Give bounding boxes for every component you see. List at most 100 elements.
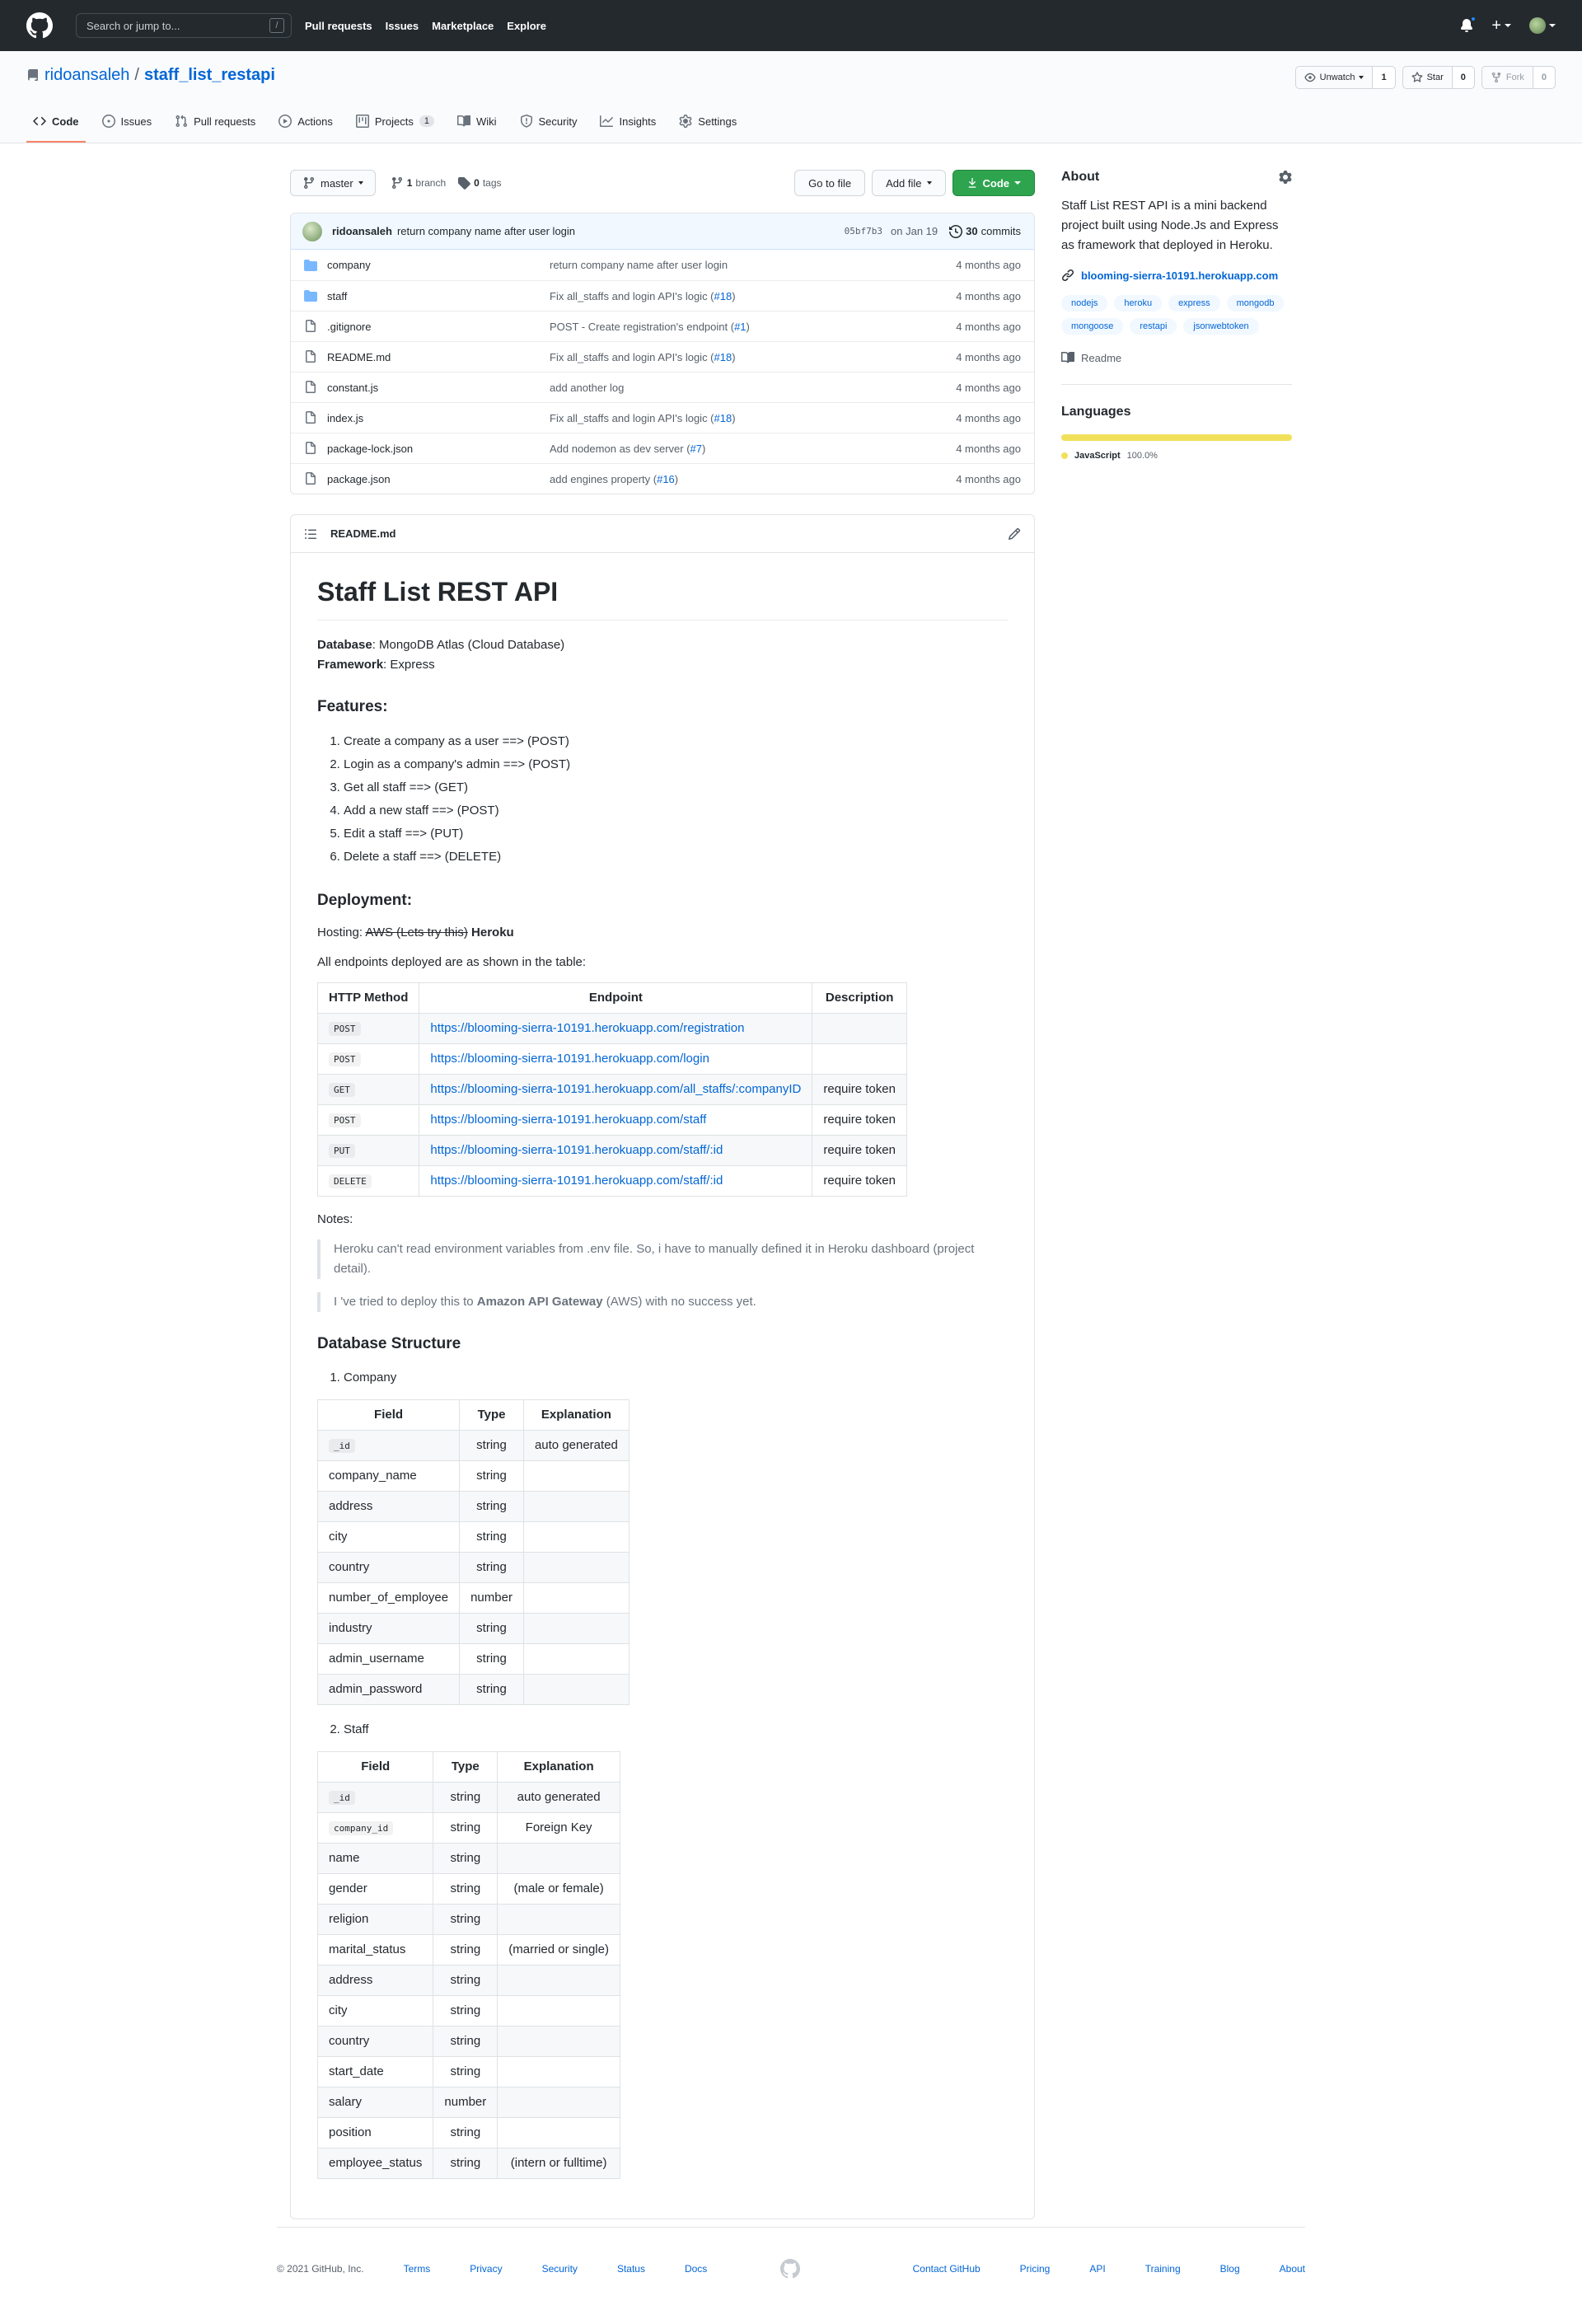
notifications-button[interactable] <box>1460 16 1477 32</box>
github-logo-icon[interactable] <box>26 12 53 39</box>
tab-actions[interactable]: Actions <box>272 115 339 143</box>
commit-message[interactable]: return company name after user login <box>397 225 575 237</box>
file-row[interactable]: index.js Fix all_staffs and login API's l… <box>291 402 1034 433</box>
branch-select[interactable]: master <box>290 170 376 196</box>
watch-button[interactable]: Unwatch 1 <box>1294 66 1396 89</box>
file-commit-message[interactable]: return company name after user login <box>550 259 956 271</box>
footer-link[interactable]: Terms <box>404 2263 431 2275</box>
file-row[interactable]: company return company name after user lo… <box>291 250 1034 280</box>
topic-tag[interactable]: restapi <box>1130 318 1177 335</box>
endpoint-link[interactable]: https://blooming-sierra-10191.herokuapp.… <box>430 1143 723 1157</box>
add-file-button[interactable]: Add file <box>872 170 946 196</box>
fork-button[interactable]: Fork 0 <box>1481 66 1556 89</box>
gear-icon[interactable] <box>1279 171 1292 184</box>
endpoint-link[interactable]: https://blooming-sierra-10191.herokuapp.… <box>430 1052 709 1066</box>
pr-link[interactable]: #18 <box>714 290 732 302</box>
topic-tag[interactable]: nodejs <box>1061 295 1108 312</box>
pr-link[interactable]: #18 <box>714 412 732 424</box>
field-name: name <box>329 1851 360 1866</box>
footer-link[interactable]: Privacy <box>470 2263 502 2275</box>
file-commit-message[interactable]: POST - Create registration's endpoint (#… <box>550 321 956 333</box>
file-row[interactable]: package-lock.json Add nodemon as dev serv… <box>291 433 1034 463</box>
repo-owner-link[interactable]: ridoansaleh <box>44 66 129 85</box>
file-name-link[interactable]: constant.js <box>327 382 550 394</box>
endpoint-link[interactable]: https://blooming-sierra-10191.herokuapp.… <box>430 1021 744 1035</box>
file-row[interactable]: staff Fix all_staffs and login API's logi… <box>291 280 1034 311</box>
file-commit-message[interactable]: Fix all_staffs and login API's logic (#1… <box>550 351 956 363</box>
tab-wiki[interactable]: Wiki <box>451 115 503 143</box>
commits-link[interactable]: 30 commits <box>949 224 1021 238</box>
file-name-link[interactable]: staff <box>327 290 550 302</box>
footer-link[interactable]: Blog <box>1220 2263 1240 2275</box>
watch-count[interactable]: 1 <box>1373 67 1395 88</box>
footer-link[interactable]: Docs <box>685 2263 707 2275</box>
repo-name-link[interactable]: staff_list_restapi <box>144 66 275 85</box>
footer-link[interactable]: About <box>1280 2263 1305 2275</box>
language-item[interactable]: JavaScript 100.0% <box>1061 451 1292 461</box>
endpoint-link[interactable]: https://blooming-sierra-10191.herokuapp.… <box>430 1174 723 1188</box>
topic-tag[interactable]: jsonwebtoken <box>1183 318 1259 335</box>
star-count[interactable]: 0 <box>1452 67 1474 88</box>
footer-link[interactable]: Training <box>1145 2263 1181 2275</box>
file-commit-message[interactable]: add another log <box>550 382 956 394</box>
footer-link[interactable]: Status <box>617 2263 645 2275</box>
nav-explore[interactable]: Explore <box>507 20 546 32</box>
tab-code[interactable]: Code <box>26 115 86 143</box>
nav-issues[interactable]: Issues <box>386 20 419 32</box>
footer-link[interactable]: Contact GitHub <box>913 2263 981 2275</box>
pr-link[interactable]: #18 <box>714 351 732 363</box>
file-row[interactable]: constant.js add another log 4 months ago <box>291 372 1034 402</box>
file-row[interactable]: package.json add engines property (#16) 4 … <box>291 463 1034 494</box>
user-menu[interactable] <box>1529 17 1556 34</box>
topic-tag[interactable]: heroku <box>1114 295 1163 312</box>
nav-pull-requests[interactable]: Pull requests <box>305 20 372 32</box>
file-name-link[interactable]: package-lock.json <box>327 443 550 455</box>
pr-link[interactable]: #16 <box>657 473 675 485</box>
search-input[interactable]: Search or jump to... / <box>76 13 292 38</box>
file-commit-message[interactable]: Fix all_staffs and login API's logic (#1… <box>550 412 956 424</box>
github-mark-icon[interactable] <box>779 2259 800 2279</box>
tags-link[interactable]: 0 tags <box>457 176 502 190</box>
endpoint-link[interactable]: https://blooming-sierra-10191.herokuapp.… <box>430 1082 801 1096</box>
file-name-link[interactable]: package.json <box>327 473 550 485</box>
file-name-link[interactable]: README.md <box>327 351 550 363</box>
repo-title: ridoansaleh / staff_list_restapi <box>26 66 275 85</box>
tab-pull-requests[interactable]: Pull requests <box>168 115 262 143</box>
commit-sha[interactable]: 05bf7b3 <box>845 226 882 237</box>
branches-link[interactable]: 1 branch <box>391 176 446 190</box>
avatar[interactable] <box>302 221 322 241</box>
tab-settings[interactable]: Settings <box>672 115 743 143</box>
file-commit-message[interactable]: Add nodemon as dev server (#7) <box>550 443 956 455</box>
code-download-button[interactable]: Code <box>952 170 1035 196</box>
file-row[interactable]: README.md Fix all_staffs and login API's … <box>291 341 1034 372</box>
footer-link[interactable]: Pricing <box>1020 2263 1051 2275</box>
topic-tag[interactable]: express <box>1168 295 1220 312</box>
readme-link[interactable]: Readme <box>1061 351 1292 385</box>
file-row[interactable]: .gitignore POST - Create registration's e… <box>291 311 1034 341</box>
tab-projects[interactable]: Projects 1 <box>349 115 441 143</box>
commit-author[interactable]: ridoansaleh <box>332 225 392 237</box>
pr-link[interactable]: #1 <box>734 321 746 333</box>
pr-link[interactable]: #7 <box>690 443 702 455</box>
topic-tag[interactable]: mongoose <box>1061 318 1124 335</box>
file-commit-message[interactable]: add engines property (#16) <box>550 473 956 485</box>
file-name-link[interactable]: company <box>327 259 550 271</box>
website-link[interactable]: blooming-sierra-10191.herokuapp.com <box>1061 269 1292 282</box>
nav-marketplace[interactable]: Marketplace <box>432 20 494 32</box>
file-name-link[interactable]: index.js <box>327 412 550 424</box>
footer-link[interactable]: Security <box>542 2263 578 2275</box>
file-commit-message[interactable]: Fix all_staffs and login API's logic (#1… <box>550 290 956 302</box>
tab-security[interactable]: Security <box>513 115 584 143</box>
footer-link[interactable]: API <box>1089 2263 1105 2275</box>
star-button[interactable]: Star 0 <box>1402 66 1475 89</box>
endpoint-link[interactable]: https://blooming-sierra-10191.herokuapp.… <box>430 1113 706 1127</box>
tab-issues[interactable]: Issues <box>96 115 159 143</box>
topic-tag[interactable]: mongodb <box>1226 295 1285 312</box>
create-new-menu[interactable]: + <box>1491 16 1511 35</box>
fork-count[interactable]: 0 <box>1533 67 1555 88</box>
file-name-link[interactable]: .gitignore <box>327 321 550 333</box>
tab-insights[interactable]: Insights <box>593 115 662 143</box>
list-icon[interactable] <box>304 527 317 541</box>
pencil-icon[interactable] <box>1008 527 1021 541</box>
go-to-file-button[interactable]: Go to file <box>794 170 866 196</box>
